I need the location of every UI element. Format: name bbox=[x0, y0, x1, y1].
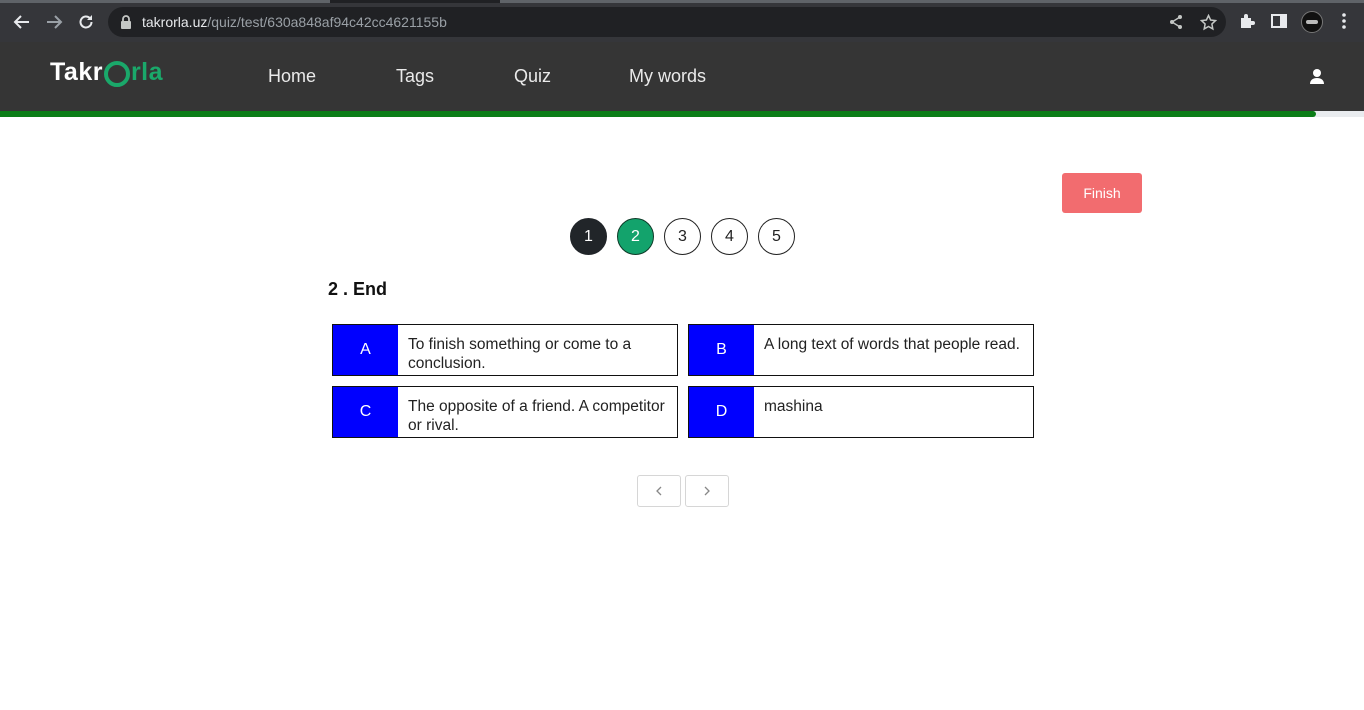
option-text: The opposite of a friend. A competitor o… bbox=[408, 398, 665, 434]
inactive-tab-indicator bbox=[500, 0, 1364, 3]
answer-option-c[interactable]: C The opposite of a friend. A competitor… bbox=[332, 386, 678, 438]
quiz-progress-fill bbox=[0, 111, 1317, 117]
nav-link-my-words[interactable]: My words bbox=[629, 66, 706, 87]
active-tab-indicator bbox=[0, 0, 330, 3]
question-nav-3[interactable]: 3 bbox=[664, 218, 701, 255]
answer-option-b[interactable]: B A long text of words that people read. bbox=[688, 324, 1034, 376]
star-icon[interactable] bbox=[1198, 12, 1218, 32]
address-bar[interactable]: takrorla.uz/quiz/test/630a848af94c42cc46… bbox=[108, 7, 1226, 37]
option-letter: C bbox=[333, 387, 398, 437]
option-letter: A bbox=[333, 325, 398, 375]
option-text: To finish something or come to a conclus… bbox=[408, 336, 632, 372]
question-nav-5[interactable]: 5 bbox=[758, 218, 795, 255]
option-text: A long text of words that people read. bbox=[764, 336, 1020, 353]
lock-icon[interactable] bbox=[116, 12, 136, 32]
nav-link-home[interactable]: Home bbox=[268, 66, 316, 87]
option-text: mashina bbox=[764, 398, 823, 415]
site-navbar: Takr rla Home Tags Quiz My words bbox=[0, 42, 1364, 111]
logo-o-ring bbox=[103, 61, 130, 87]
question-title: 2 . End bbox=[328, 279, 388, 299]
reload-icon[interactable] bbox=[73, 9, 99, 35]
chevron-left-icon bbox=[656, 486, 662, 496]
answer-option-d[interactable]: D mashina bbox=[688, 386, 1034, 438]
extensions-icon[interactable] bbox=[1237, 11, 1257, 31]
question-nav-2[interactable]: 2 bbox=[617, 218, 654, 255]
finish-button[interactable]: Finish bbox=[1062, 173, 1142, 213]
user-icon[interactable] bbox=[1307, 67, 1327, 87]
side-panel-icon[interactable] bbox=[1269, 11, 1289, 31]
nav-link-tags[interactable]: Tags bbox=[396, 66, 434, 87]
answer-option-a[interactable]: A To finish something or come to a concl… bbox=[332, 324, 678, 376]
menu-icon[interactable] bbox=[1334, 11, 1354, 31]
question-nav-4[interactable]: 4 bbox=[711, 218, 748, 255]
question-nav-1[interactable]: 1 bbox=[570, 218, 607, 255]
url-text[interactable]: takrorla.uz/quiz/test/630a848af94c42cc46… bbox=[142, 14, 447, 30]
forward-icon[interactable] bbox=[41, 9, 67, 35]
previous-question-button[interactable] bbox=[637, 475, 681, 507]
quiz-progress-bar bbox=[0, 111, 1364, 117]
chevron-right-icon bbox=[704, 486, 710, 496]
profile-avatar[interactable] bbox=[1301, 11, 1323, 33]
share-icon[interactable] bbox=[1166, 12, 1186, 32]
browser-toolbar: takrorla.uz/quiz/test/630a848af94c42cc46… bbox=[0, 0, 1364, 42]
takrorla-logo[interactable]: Takr rla bbox=[50, 57, 163, 87]
option-letter: D bbox=[689, 387, 754, 437]
option-letter: B bbox=[689, 325, 754, 375]
next-question-button[interactable] bbox=[685, 475, 729, 507]
nav-link-quiz[interactable]: Quiz bbox=[514, 66, 551, 87]
back-icon[interactable] bbox=[9, 9, 35, 35]
